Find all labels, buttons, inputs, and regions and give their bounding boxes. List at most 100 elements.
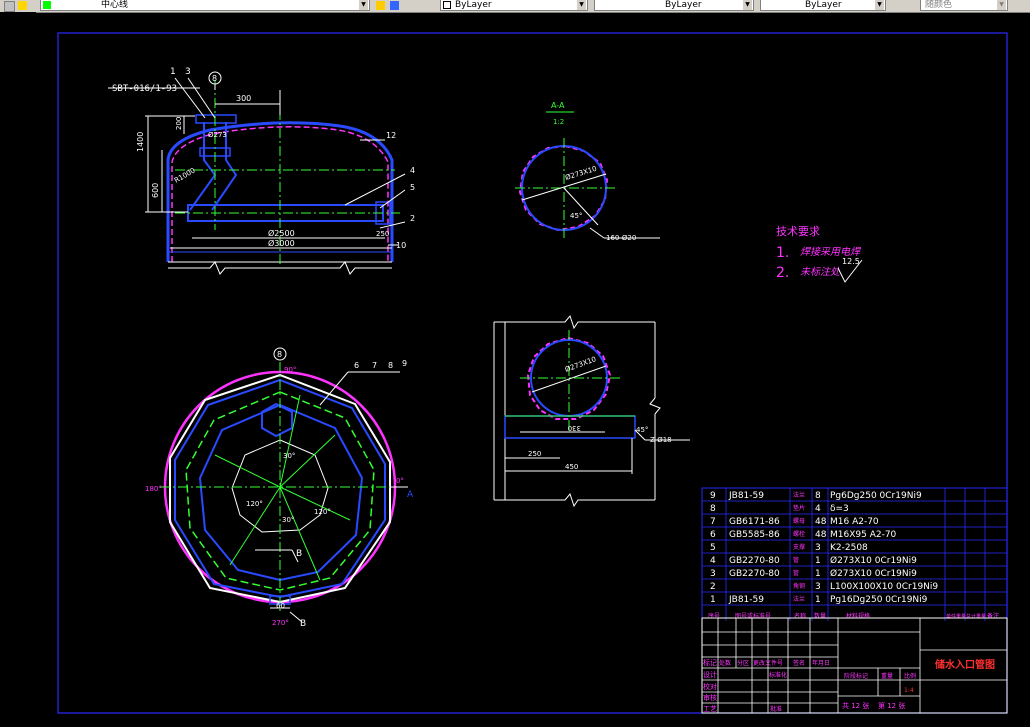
- bom-header-total: 总计重量: [966, 613, 986, 620]
- bom-row-code: GB5585-86: [729, 530, 780, 540]
- bom-row-qty: 3: [815, 582, 821, 592]
- bom-header-weight: 单件重量: [946, 613, 966, 620]
- layer-color-swatch-icon: [43, 1, 51, 9]
- tb-col-4: 年月日: [812, 659, 830, 667]
- tb-scale: 比例: [904, 672, 916, 680]
- bom-row-code: GB6171-86: [729, 517, 780, 527]
- plan-callout-7: 7: [372, 361, 377, 370]
- plan-callout-6: 6: [354, 361, 359, 370]
- bom-row-name: 管: [793, 556, 799, 564]
- section-title: A-A: [551, 101, 565, 110]
- angle-0: 0°: [396, 477, 404, 485]
- tb-row-1: 设计: [703, 670, 717, 679]
- bom-header-code: 图号或标准号: [735, 612, 771, 620]
- dim-250: 250: [376, 230, 389, 238]
- bom-row-name: 支撑: [793, 543, 805, 551]
- layer-previous-icon[interactable]: [390, 1, 399, 10]
- bom-row-name: 螺栓: [793, 530, 805, 538]
- tech-item2-text: 未标注处: [800, 266, 841, 278]
- radius-label: R1000: [173, 166, 197, 184]
- bom-row-qty: 8: [815, 491, 821, 501]
- bom-row-code: JB81-59: [728, 595, 764, 605]
- linetype-dropdown[interactable]: ByLayer ▼: [594, 0, 754, 11]
- layer-dropdown[interactable]: 中心线 ▼: [40, 0, 370, 11]
- linetype-value: ByLayer: [665, 0, 702, 10]
- dim-3000: Ø3000: [268, 238, 295, 248]
- bom-header-spec: 材料规格: [846, 612, 870, 620]
- plotstyle-dropdown[interactable]: 随颜色 ▼: [920, 0, 1008, 11]
- dim-300: 300: [236, 94, 251, 103]
- layer-manager-icon[interactable]: [4, 1, 15, 12]
- tb-row-3: 审核: [703, 693, 717, 702]
- chevron-down-icon[interactable]: ▼: [359, 0, 368, 10]
- angle-180: 180°: [145, 485, 162, 493]
- layer-name: 中心线: [101, 0, 129, 10]
- roughness-value: 12.5: [842, 257, 860, 266]
- deg-30: 30°: [283, 452, 295, 460]
- deg-120b: 120°: [314, 508, 331, 516]
- layer-state-icon[interactable]: [18, 1, 27, 10]
- title-block: 储水入口管图 标记 设计 校对 审核 工艺 处数 分区 更改文件号 签名 年月日…: [701, 617, 1008, 714]
- callout-8: 8: [212, 74, 217, 83]
- chevron-down-icon[interactable]: ▼: [875, 0, 884, 10]
- bom-row-name: 螺母: [793, 517, 805, 525]
- bom-row-no: 5: [710, 543, 716, 553]
- bom-row-qty: 1: [815, 595, 821, 605]
- deg-120a: 120°: [246, 500, 263, 508]
- tb-stage: 阶段标记: [844, 672, 868, 680]
- plan-callout-8b: 8: [388, 361, 393, 370]
- section-aa-view: A-A 1:2 Ø273X10 45° 160-Ø20: [515, 101, 660, 242]
- bom-row-no: 8: [710, 504, 716, 514]
- color-dropdown[interactable]: ByLayer ▼: [440, 0, 588, 11]
- bom-header-qty: 数量: [814, 612, 826, 620]
- tb-approve: 批准: [770, 705, 782, 713]
- bom-row-name: 法兰: [793, 491, 805, 499]
- bill-of-materials: 9 JB81-59 法兰 8 Pg6Dg250 0Cr19Ni9 8 垫片 4 δ=3 7 GB61…: [701, 487, 1008, 621]
- dim-2500: Ø2500: [268, 228, 295, 238]
- label-b: B: [296, 549, 302, 559]
- make-current-icon[interactable]: [376, 1, 385, 10]
- elevation-view: 1 3 8 SBT-016/1-93 300 1400 600 200 Ø273…: [108, 67, 415, 275]
- detail-note-z: Z-Ø18: [650, 436, 672, 444]
- callout-2: 2: [410, 214, 415, 223]
- detail-dim-330: 330: [568, 424, 581, 432]
- drawing-title: 储水入口管图: [934, 658, 995, 671]
- callout-12: 12: [386, 131, 396, 140]
- lineweight-dropdown[interactable]: ByLayer ▼: [760, 0, 886, 11]
- dim-pipe-inner: Ø273: [208, 131, 227, 139]
- chevron-down-icon[interactable]: ▼: [577, 0, 586, 10]
- bom-row-code: JB81-59: [728, 491, 764, 501]
- bom-row-qty: 1: [815, 569, 821, 579]
- color-value: ByLayer: [455, 0, 492, 10]
- dim-1400: 1400: [136, 132, 145, 152]
- bom-row-spec: Ø273X10 0Cr19Ni9: [830, 568, 917, 579]
- chevron-down-icon[interactable]: ▼: [743, 0, 752, 10]
- bom-row-spec: L100X100X10 0Cr19Ni9: [830, 582, 938, 592]
- dim-200: 200: [175, 117, 183, 130]
- bom-row-spec: M16X95 A2-70: [830, 530, 897, 540]
- callout-5: 5: [410, 183, 415, 192]
- bom-row-no: 3: [710, 569, 716, 579]
- bom-row-no: 1: [710, 595, 716, 605]
- tech-requirements: 技术要求 1. 焊接采用电焊 2. 未标注处 12.5: [776, 225, 863, 283]
- drawing-canvas[interactable]: 1 3 8 SBT-016/1-93 300 1400 600 200 Ø273…: [0, 12, 1030, 727]
- callout-1: 1: [170, 67, 176, 77]
- bom-row-spec: Pg6Dg250 0Cr19Ni9: [830, 491, 922, 501]
- tb-col-2: 更改文件号: [753, 659, 783, 667]
- dim-600: 600: [151, 183, 160, 198]
- standard-label: SBT-016/1-93: [112, 84, 177, 94]
- bom-row-spec: M16 A2-70: [830, 517, 879, 527]
- bom-row-qty: 48: [815, 517, 827, 527]
- chevron-down-icon[interactable]: ▼: [997, 0, 1006, 10]
- tb-row-4: 工艺: [703, 705, 717, 713]
- bom-row-qty: 48: [815, 530, 827, 540]
- lineweight-value: ByLayer: [805, 0, 842, 10]
- bom-row-no: 9: [710, 491, 716, 501]
- bom-header-note: 备注: [987, 612, 999, 620]
- bom-row-name: 法兰: [793, 595, 805, 603]
- callout-3: 3: [185, 67, 191, 77]
- detail-view: Ø273X10 330 250 450 Z-Ø18 45°: [493, 314, 690, 508]
- bom-row-no: 6: [710, 530, 716, 540]
- bom-row-qty: 4: [815, 504, 821, 514]
- callout-10: 10: [396, 241, 406, 250]
